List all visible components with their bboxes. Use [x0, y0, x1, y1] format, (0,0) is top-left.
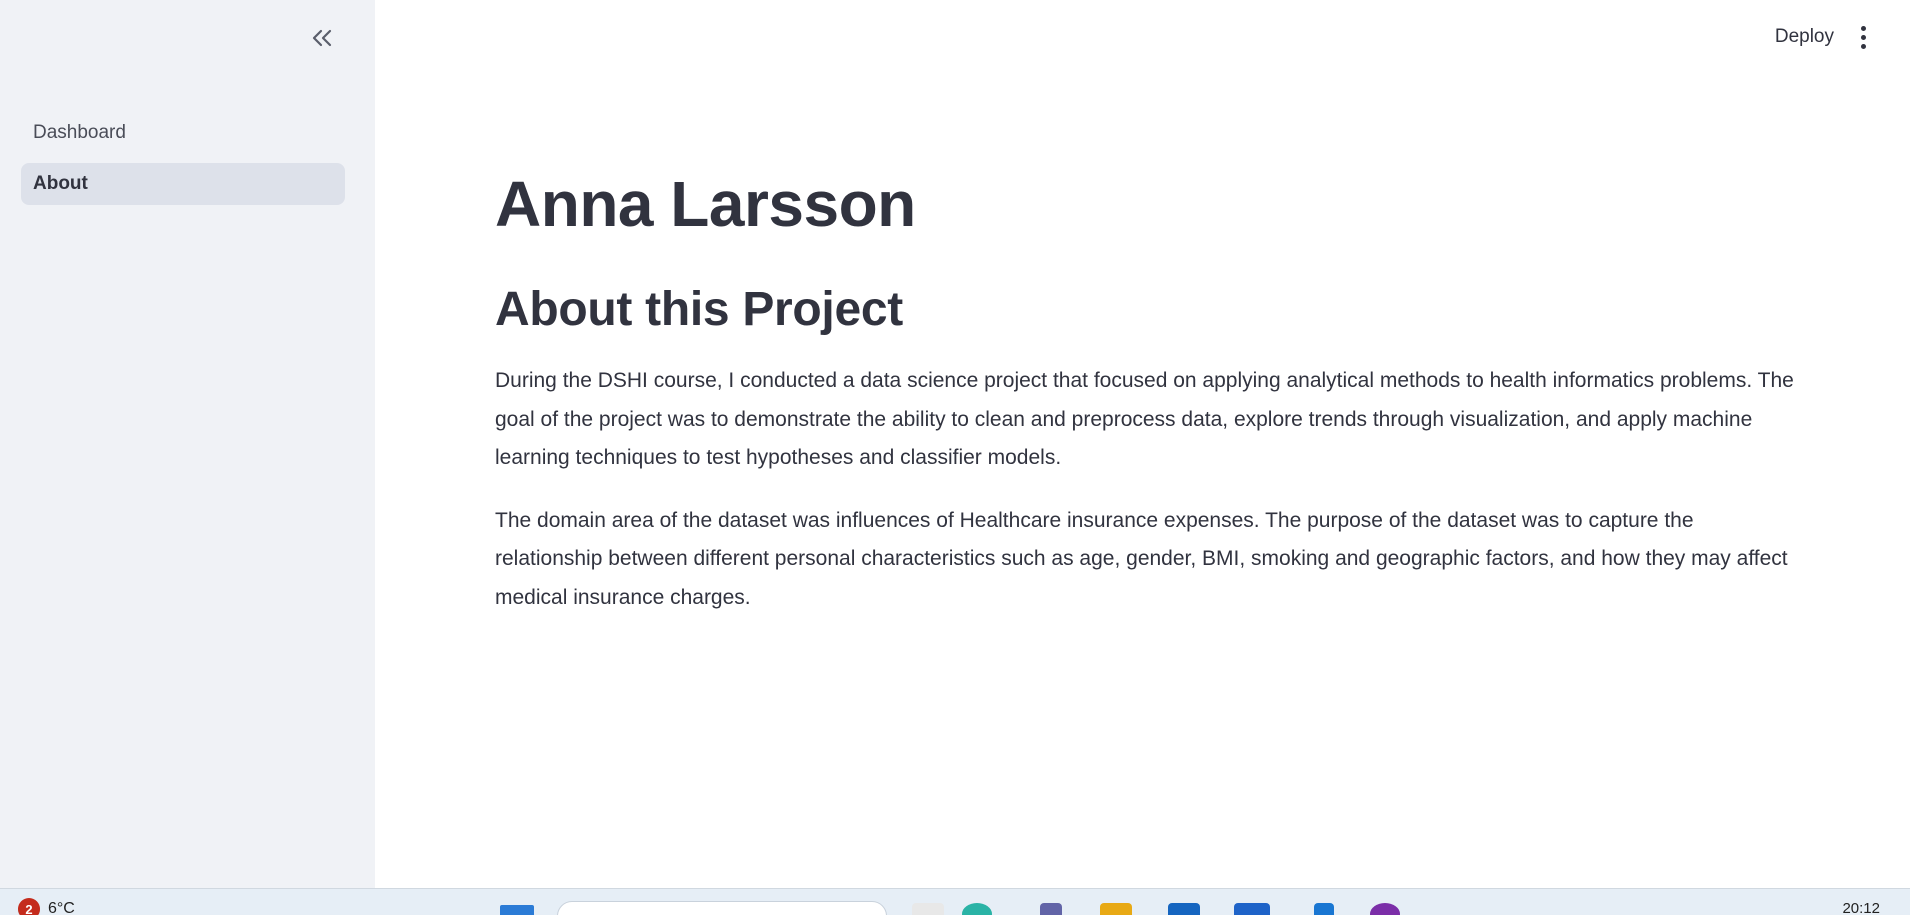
- collapse-sidebar-button[interactable]: [304, 22, 340, 54]
- notification-badge: 2: [18, 898, 40, 915]
- taskbar-search[interactable]: [557, 901, 887, 915]
- main-content: Deploy Anna Larsson About this Project D…: [375, 0, 1910, 888]
- taskbar-app-icon[interactable]: [1168, 903, 1200, 915]
- sidebar-item-dashboard[interactable]: Dashboard: [21, 112, 345, 154]
- section-heading: About this Project: [495, 283, 903, 336]
- taskbar-app-icon[interactable]: [1370, 903, 1400, 915]
- sidebar: Dashboard About: [0, 0, 375, 888]
- taskbar-app-icon[interactable]: [962, 903, 992, 915]
- taskbar-app-icon[interactable]: [912, 903, 944, 915]
- folder-icon[interactable]: [1100, 903, 1132, 915]
- taskbar: 2 6°C 20:12: [0, 888, 1910, 915]
- temperature: 6°C: [48, 900, 75, 915]
- taskbar-app-icon[interactable]: [1234, 903, 1270, 915]
- windows-start-icon[interactable]: [500, 905, 534, 915]
- sidebar-item-label: About: [33, 173, 88, 194]
- kebab-menu-icon: [1860, 25, 1866, 31]
- taskbar-app-icon[interactable]: [1040, 903, 1062, 915]
- page-body: Anna Larsson About this Project During t…: [495, 160, 1795, 617]
- clock: 20:12: [1842, 900, 1880, 915]
- taskbar-app-icon[interactable]: [1314, 903, 1334, 915]
- deploy-button[interactable]: Deploy: [1775, 23, 1834, 51]
- streamlit-app: Dashboard About Deploy Anna Larsson Abou…: [0, 0, 1910, 888]
- paragraph: During the DSHI course, I conducted a da…: [495, 369, 1794, 469]
- page-title: Anna Larsson: [495, 168, 916, 240]
- sidebar-nav: Dashboard About: [21, 112, 345, 214]
- double-chevron-left-icon: [312, 29, 332, 47]
- sidebar-item-label: Dashboard: [33, 122, 126, 143]
- more-options-button[interactable]: [1851, 23, 1875, 51]
- sidebar-item-about[interactable]: About: [21, 163, 345, 205]
- paragraph: The domain area of the dataset was influ…: [495, 508, 1788, 609]
